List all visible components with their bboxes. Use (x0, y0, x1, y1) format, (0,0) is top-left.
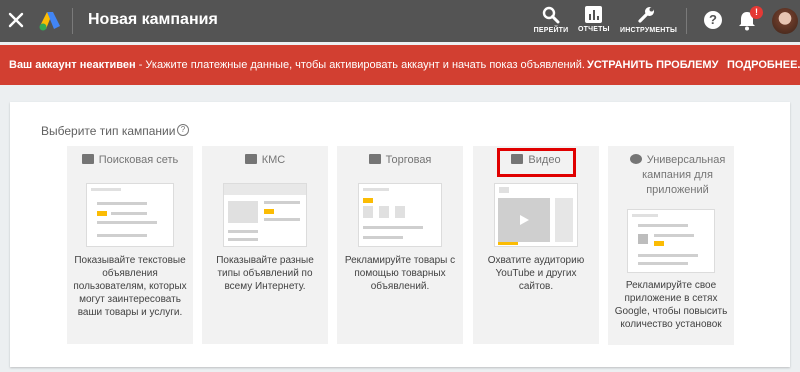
illustration-line (638, 254, 698, 257)
go-to-label: ПЕРЕЙТИ (533, 27, 569, 34)
more-details-button[interactable]: ПОДРОБНЕЕ... (727, 59, 800, 71)
illustration-line (228, 201, 258, 223)
display-icon (244, 154, 257, 164)
illustration-line (111, 212, 147, 215)
banner-message: Ваш аккаунт неактивен - Укажите платежны… (9, 59, 585, 71)
banner-lead: Ваш аккаунт неактивен (9, 59, 136, 71)
illustration-accent (97, 211, 107, 216)
tile-title: Универсальная кампания для приложений (642, 154, 726, 196)
tile-description: Рекламируйте товары с помощью товарных о… (344, 255, 456, 292)
app-icon-placeholder (638, 234, 648, 244)
notification-badge: ! (750, 6, 763, 19)
close-icon[interactable] (6, 10, 26, 30)
video-illustration (494, 183, 578, 247)
illustration-line (632, 214, 658, 217)
tile-header: Торговая (337, 153, 463, 168)
search-icon (542, 6, 560, 24)
shopping-illustration (358, 183, 442, 247)
reports-label: ОТЧЕТЫ (578, 26, 610, 33)
illustration-line (654, 234, 694, 237)
campaign-type-shopping[interactable]: Торговая Рекламируйте товары с помощью т… (337, 146, 463, 344)
illustration-line (555, 198, 573, 242)
illustration-line (638, 224, 688, 227)
illustration-line (395, 206, 405, 218)
illustration-line (363, 206, 373, 218)
illustration-accent (654, 241, 664, 246)
illustration-line (97, 202, 147, 205)
search-icon (81, 154, 94, 164)
campaign-type-display[interactable]: КМС Показывайте разные типы объявлений п… (202, 146, 328, 344)
tile-header: Универсальная кампания для приложений (621, 153, 734, 198)
reports-icon (584, 6, 602, 23)
tile-title: КМС (261, 154, 286, 166)
tile-title: Поисковая сеть (98, 154, 179, 166)
campaign-type-prompt: Выберите тип кампании (41, 124, 176, 138)
illustration-line (638, 262, 688, 265)
campaign-type-app[interactable]: Универсальная кампания для приложений Ре… (608, 146, 734, 345)
tag-icon (368, 154, 381, 164)
search-illustration (86, 183, 174, 247)
tile-description: Показывайте разные типы объявлений по вс… (216, 255, 314, 292)
tile-header: Поисковая сеть (67, 153, 193, 168)
illustration-line (499, 187, 509, 193)
app-illustration (627, 209, 715, 273)
illustration-accent (264, 209, 274, 214)
page-title: Новая кампания (88, 11, 218, 28)
illustration-accent (363, 198, 373, 203)
google-ads-logo-icon (39, 12, 60, 31)
illustration-line (97, 221, 157, 224)
tile-header: КМС (202, 153, 328, 168)
header-divider (72, 8, 73, 34)
reports-button[interactable]: ОТЧЕТЫ (578, 6, 610, 33)
header-divider (686, 8, 687, 34)
tile-description: Рекламируйте свое приложение в сетях Goo… (614, 280, 728, 330)
video-selection-highlight (497, 148, 576, 177)
campaign-type-search[interactable]: Поисковая сеть Показывайте текстовые объ… (67, 146, 193, 344)
illustration-accent (498, 242, 518, 245)
illustration-line (264, 201, 300, 204)
help-circle-icon[interactable]: ? (177, 124, 189, 136)
display-illustration (223, 183, 307, 247)
tile-description: Показывайте текстовые объявления пользов… (73, 255, 187, 318)
illustration-line (379, 206, 389, 218)
tile-description: Охватите аудиторию YouTube и других сайт… (487, 255, 585, 292)
fix-problem-button[interactable]: УСТРАНИТЬ ПРОБЛЕМУ (587, 59, 718, 71)
tools-button[interactable]: ИНСТРУМЕНТЫ (620, 6, 677, 34)
illustration-line (363, 188, 389, 191)
play-icon (520, 215, 529, 225)
illustration-line (228, 238, 258, 241)
help-icon[interactable]: ? (704, 11, 722, 29)
download-icon (629, 154, 642, 164)
tile-title: Торговая (385, 154, 432, 166)
inactive-account-banner: Ваш аккаунт неактивен - Укажите платежны… (0, 45, 800, 85)
go-to-button[interactable]: ПЕРЕЙТИ (532, 6, 570, 34)
banner-text: - Укажите платежные данные, чтобы активи… (135, 59, 585, 71)
illustration-line (228, 230, 258, 233)
avatar[interactable] (772, 8, 798, 34)
illustration-line (363, 236, 403, 239)
illustration-line (224, 184, 306, 195)
illustration-line (264, 218, 300, 221)
illustration-line (91, 188, 121, 191)
top-bar: Новая кампания ПЕРЕЙТИ ОТЧЕТЫ ИНСТРУМЕНТ… (0, 0, 800, 42)
illustration-line (363, 226, 423, 229)
wrench-icon (638, 7, 654, 23)
illustration-line (97, 234, 147, 237)
tools-label: ИНСТРУМЕНТЫ (620, 27, 678, 34)
